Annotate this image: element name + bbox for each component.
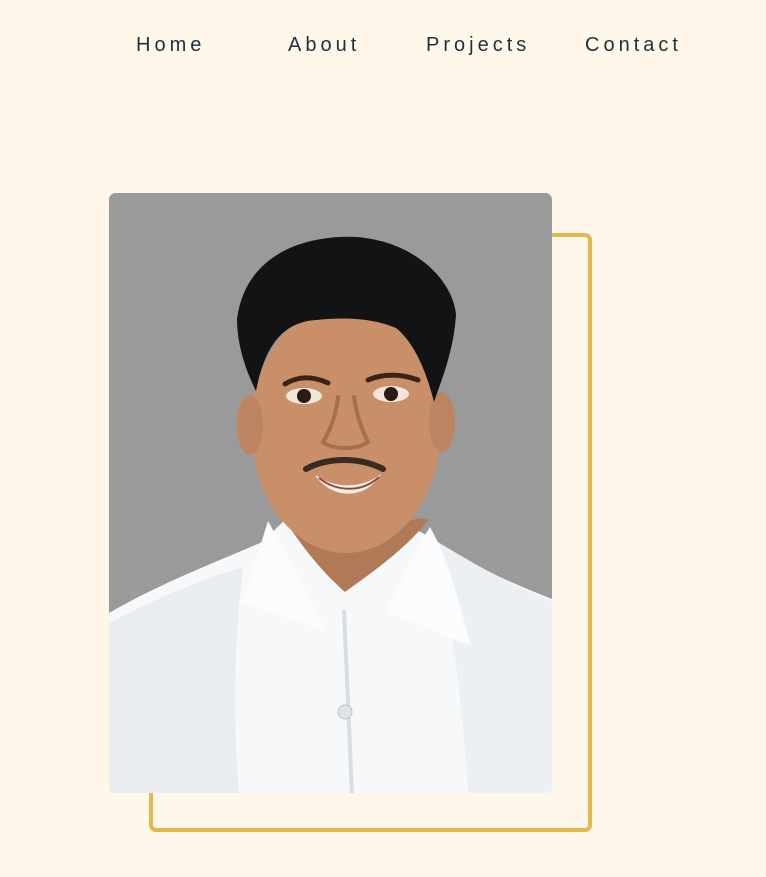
nav-home-link[interactable]: Home <box>136 34 205 57</box>
shirt-button <box>337 704 353 720</box>
profile-photo <box>109 193 552 793</box>
nav-contact-link[interactable]: Contact <box>585 34 682 57</box>
left-iris <box>297 389 311 403</box>
right-ear <box>429 392 455 452</box>
top-navigation: Home About Projects Contact <box>0 34 766 60</box>
nav-about-link[interactable]: About <box>288 34 360 57</box>
nav-projects-link[interactable]: Projects <box>426 34 530 57</box>
portfolio-page: Home About Projects Contact <box>0 0 766 877</box>
right-iris <box>384 387 398 401</box>
left-ear <box>237 395 263 455</box>
profile-photo-illustration <box>109 193 552 793</box>
